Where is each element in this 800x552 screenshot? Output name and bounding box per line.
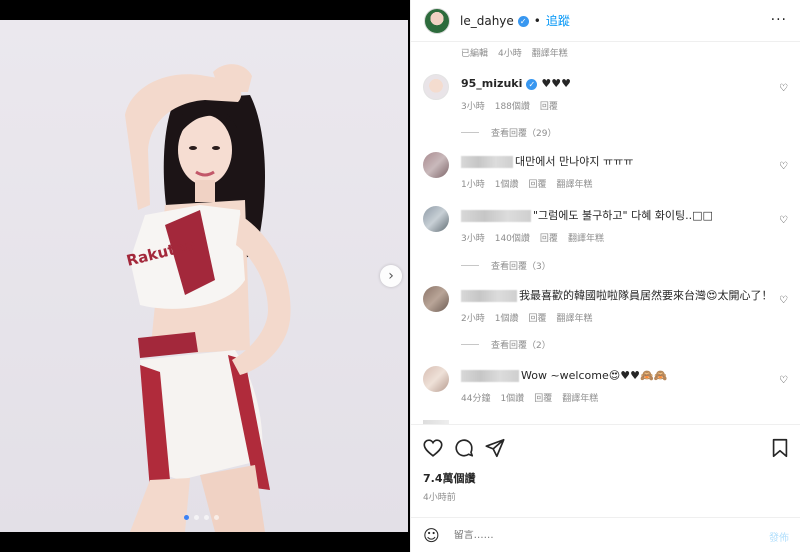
chevron-right-icon: › — [388, 268, 394, 284]
cheerleader-photo: Rakuten — [125, 64, 291, 532]
post-comment-button[interactable]: 發佈 — [769, 529, 789, 544]
comment-bubble-icon[interactable] — [453, 437, 475, 459]
view-replies-button[interactable]: 查看回覆（2） — [461, 338, 551, 351]
like-comment-heart-icon[interactable]: ♡ — [779, 216, 789, 226]
carousel-dot — [204, 515, 209, 520]
next-photo-button[interactable]: › — [380, 265, 402, 287]
comment-text-row: 대만에서 만나야지 ㅠㅠㅠ — [461, 155, 771, 169]
comment-text-row: "그럼에도 불구하고" 다혜 화이팅..□□ — [461, 209, 771, 223]
comment-meta: 3小時 140個讚 回覆 翻譯年糕 — [461, 231, 771, 244]
comment-time: 3小時 — [461, 234, 485, 244]
comment-text-row: 我最喜歡的韓國啦啦隊員居然要來台灣😍太開心了！ — [461, 289, 773, 303]
comment-time: 44分鐘 — [461, 394, 491, 404]
post-media: Rakuten › — [0, 0, 410, 552]
comment-meta: 2小時 1個讚 回覆 翻譯年糕 — [461, 311, 771, 324]
author-avatar[interactable] — [424, 7, 450, 34]
reply-button[interactable]: 回覆 — [528, 177, 546, 190]
comment-input[interactable] — [453, 529, 754, 541]
comment-text: ♥♥♥ — [541, 77, 571, 90]
translate-button[interactable]: 翻譯年糕 — [556, 311, 592, 324]
carousel-dot — [214, 515, 219, 520]
replies-divider-line — [461, 132, 479, 133]
blurred-username[interactable] — [461, 210, 531, 222]
comment-text-row: Wow ~welcome😍♥♥🙈🙈 — [461, 369, 771, 383]
comment-likes[interactable]: 1個讚 — [495, 177, 519, 190]
blurred-username[interactable] — [461, 370, 519, 382]
reply-button[interactable]: 回覆 — [540, 99, 558, 112]
author-username[interactable]: le_dahye ✓ — [460, 14, 529, 28]
replies-divider-line — [461, 265, 479, 266]
translate-button[interactable]: 翻譯年糕 — [568, 231, 604, 244]
comment-likes[interactable]: 1個讚 — [495, 311, 519, 324]
like-count[interactable]: 7.4萬個讚 — [423, 470, 476, 486]
translate-button[interactable]: 翻譯年糕 — [556, 177, 592, 190]
commenter-username[interactable]: 95_mizuki — [461, 77, 522, 90]
comment-time: 1小時 — [461, 180, 485, 190]
header-separator: • — [533, 13, 541, 28]
like-comment-heart-icon[interactable]: ♡ — [779, 376, 789, 386]
post-time: 4小時前 — [423, 493, 456, 503]
replies-divider-line — [461, 344, 479, 345]
commenter-avatar-blurred[interactable] — [423, 206, 449, 232]
bookmark-icon[interactable] — [769, 437, 791, 459]
like-comment-heart-icon[interactable]: ♡ — [779, 162, 789, 172]
comment-meta: 44分鐘 1個讚 回覆 翻譯年糕 — [461, 391, 771, 404]
like-comment-heart-icon[interactable]: ♡ — [779, 84, 789, 94]
share-paper-plane-icon[interactable] — [484, 437, 506, 459]
reply-button[interactable]: 回覆 — [528, 311, 546, 324]
comment-meta: 3小時 188個讚 回覆 — [461, 99, 771, 112]
translate-button[interactable]: 翻譯年糕 — [532, 46, 568, 59]
view-replies-label[interactable]: 查看回覆（3） — [491, 259, 551, 272]
view-replies-label[interactable]: 查看回覆（2） — [491, 338, 551, 351]
view-replies-label[interactable]: 查看回覆（29） — [491, 126, 556, 139]
comment-time: 3小時 — [461, 102, 485, 112]
reply-button[interactable]: 回覆 — [534, 391, 552, 404]
comment-time: 2小時 — [461, 314, 485, 324]
comment-meta: 1小時 1個讚 回覆 翻譯年糕 — [461, 177, 771, 190]
blurred-username[interactable] — [461, 156, 513, 168]
blurred-username[interactable] — [461, 290, 517, 302]
edited-label: 已編輯 — [461, 49, 489, 59]
reply-button[interactable]: 回覆 — [540, 231, 558, 244]
like-comment-heart-icon[interactable]: ♡ — [779, 296, 789, 306]
emoji-picker-icon[interactable]: ☺ — [423, 526, 440, 545]
view-replies-button[interactable]: 查看回覆（3） — [461, 259, 551, 272]
more-options-icon[interactable]: ··· — [771, 12, 787, 28]
commenter-avatar-blurred[interactable] — [423, 152, 449, 178]
post-side-panel: le_dahye ✓ • 追蹤 ··· 已編輯 4小時 翻譯年糕 95_mizuk… — [410, 0, 800, 552]
commenter-avatar-blurred[interactable] — [423, 366, 449, 392]
author-username-text[interactable]: le_dahye — [460, 14, 514, 28]
follow-button[interactable]: 追蹤 — [546, 12, 570, 29]
comment-text: Wow ~welcome😍♥♥🙈🙈 — [521, 369, 668, 382]
commenter-avatar[interactable] — [423, 74, 449, 100]
post-photo[interactable]: Rakuten — [0, 20, 408, 532]
comment-likes[interactable]: 188個讚 — [495, 99, 530, 112]
view-replies-button[interactable]: 查看回覆（29） — [461, 126, 556, 139]
comment-likes[interactable]: 140個讚 — [495, 231, 530, 244]
post-header: le_dahye ✓ • 追蹤 ··· — [411, 0, 800, 42]
comment-composer: ☺ 發佈 — [411, 517, 800, 552]
caption-meta: 已編輯 4小時 翻譯年糕 — [461, 46, 568, 59]
verified-badge-icon: ✓ — [517, 15, 529, 27]
comment-text: 我最喜歡的韓國啦啦隊員居然要來台灣😍太開心了！ — [519, 289, 773, 302]
verified-badge-icon: ✓ — [526, 78, 538, 90]
comment-text: 대만에서 만나야지 ㅠㅠㅠ — [515, 155, 634, 168]
comment-text-row: 95_mizuki ✓ ♥♥♥ — [461, 77, 771, 91]
caption-time: 4小時 — [498, 49, 522, 59]
comment-likes[interactable]: 1個讚 — [500, 391, 524, 404]
post-actions: 7.4萬個讚 4小時前 — [411, 424, 800, 504]
commenter-avatar-blurred[interactable] — [423, 286, 449, 312]
carousel-indicator — [184, 515, 219, 520]
carousel-dot — [194, 515, 199, 520]
like-heart-icon[interactable] — [422, 437, 444, 459]
comments-list: 已編輯 4小時 翻譯年糕 95_mizuki ✓ ♥♥♥ 3小時 188個讚 回覆 — [411, 42, 800, 424]
comment-text: "그럼에도 불구하고" 다혜 화이팅..□□ — [533, 209, 713, 222]
translate-button[interactable]: 翻譯年糕 — [562, 391, 598, 404]
carousel-dot-active — [184, 515, 189, 520]
